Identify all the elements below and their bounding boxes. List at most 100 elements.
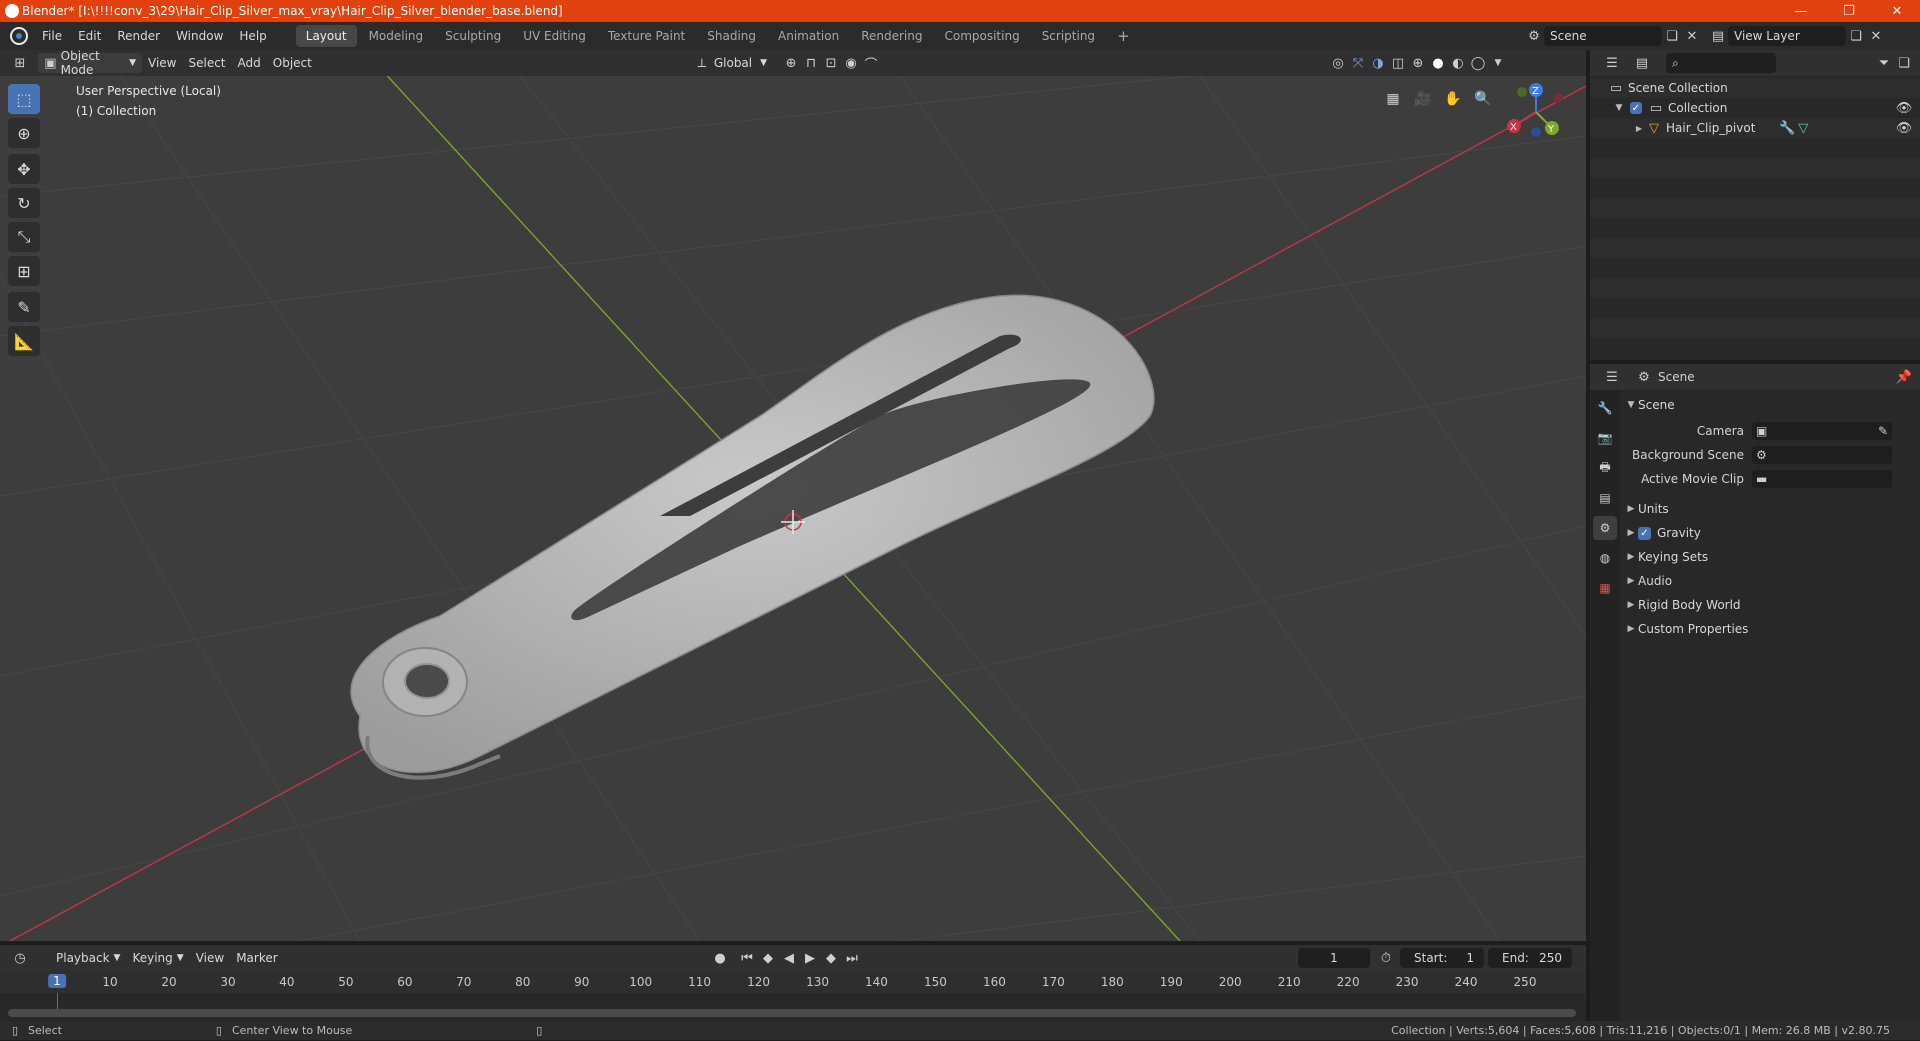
object-visibility-icon[interactable]: 👁 (1894, 118, 1914, 138)
rotate-tool[interactable]: ↻ (8, 188, 40, 218)
tab-sculpting[interactable]: Sculpting (435, 25, 511, 47)
background-scene-field[interactable]: ⚙ (1752, 446, 1892, 464)
falloff-icon[interactable]: ⌒ (861, 53, 881, 73)
units-panel-header[interactable]: ▶ Units (1624, 498, 1916, 520)
mode-dropdown[interactable]: ▣ Object Mode ▼ (38, 49, 142, 77)
menu-file[interactable]: File (34, 22, 70, 50)
menu-window[interactable]: Window (168, 22, 231, 50)
timeline-editor-type-icon[interactable]: ◷ (10, 948, 30, 968)
xray-toggle-icon[interactable]: ◫ (1388, 53, 1408, 73)
expand-arrow-icon[interactable]: ▼ (1612, 103, 1626, 113)
tab-shading[interactable]: Shading (697, 25, 766, 47)
camera-field[interactable]: ▣ ✎ (1752, 422, 1892, 440)
tab-rendering[interactable]: Rendering (851, 25, 932, 47)
tree-item-hair-clip-pivot[interactable]: ▶ ▽ Hair_Clip_pivot 🔧 ▽ 👁 (1590, 118, 1920, 138)
snap-icon[interactable]: ⊓ (801, 53, 821, 73)
maximize-button[interactable]: ❐ (1826, 0, 1872, 22)
filter-icon[interactable]: ⏷ (1874, 53, 1894, 73)
play-reverse-icon[interactable]: ◀ (779, 948, 799, 968)
keying-sets-panel-header[interactable]: ▶ Keying Sets (1624, 546, 1916, 568)
view-layer-tab-icon[interactable]: ▤ (1593, 486, 1617, 510)
close-button[interactable]: ✕ (1874, 0, 1920, 22)
outliner-editor-type-icon[interactable]: ☰ (1602, 53, 1622, 73)
expand-arrow-icon[interactable]: ▶ (1632, 124, 1646, 133)
zoom-view-icon[interactable]: 🔍 (1470, 86, 1496, 112)
collection-checkbox[interactable]: ✓ (1630, 102, 1642, 114)
timeline-frames[interactable]: 1 10 20 30 40 50 60 70 80 90 100 110 120 130 140 150 160… (0, 971, 1586, 1021)
delete-view-layer-icon[interactable]: ✕ (1866, 26, 1886, 46)
prev-keyframe-icon[interactable]: ◆ (758, 948, 778, 968)
menu-add[interactable]: Add (232, 53, 267, 73)
jump-start-icon[interactable]: ⏮ (737, 948, 757, 968)
tab-layout[interactable]: Layout (295, 25, 357, 47)
gizmo-toggle-icon[interactable]: ⤧ (1348, 53, 1368, 73)
editor-type-icon[interactable]: ⊞ (10, 53, 30, 73)
snap-target-icon[interactable]: ⊡ (821, 53, 841, 73)
outliner-search-input[interactable]: ⌕ (1666, 53, 1776, 73)
solid-shading-icon[interactable]: ● (1428, 53, 1448, 73)
visibility-icon[interactable]: ◎ (1328, 53, 1348, 73)
rendered-shading-icon[interactable]: ◯ (1468, 53, 1488, 73)
navigation-gizmo[interactable]: X Y Z (1496, 76, 1586, 156)
annotate-tool[interactable]: ✎ (8, 292, 40, 322)
scene-tab-icon[interactable]: ⚙ (1593, 516, 1617, 540)
render-tab-icon[interactable]: 📷 (1593, 426, 1617, 450)
audio-panel-header[interactable]: ▶ Audio (1624, 570, 1916, 592)
scale-tool[interactable]: ⤡ (8, 222, 40, 252)
texture-tab-icon[interactable]: ▦ (1593, 576, 1617, 600)
start-frame-field[interactable]: Start: 1 (1400, 948, 1484, 968)
3d-viewport[interactable]: ⬚ ⊕ ✥ ↻ ⤡ ⊞ ✎ 📐 User Perspective (Local)… (0, 76, 1586, 941)
tab-compositing[interactable]: Compositing (934, 25, 1029, 47)
output-tab-icon[interactable]: 🖶 (1593, 456, 1617, 480)
toggle-grid-view-icon[interactable]: ▦ (1380, 86, 1406, 112)
new-view-layer-icon[interactable]: ❏ (1846, 26, 1866, 46)
wireframe-shading-icon[interactable]: ⊕ (1408, 53, 1428, 73)
tab-animation[interactable]: Animation (768, 25, 849, 47)
add-workspace-button[interactable]: + (1107, 25, 1140, 47)
new-collection-icon[interactable]: ❏ (1894, 53, 1914, 73)
frame-ruler[interactable]: 1 10 20 30 40 50 60 70 80 90 100 110 120 130 140 150 160… (0, 971, 1586, 993)
mesh-data-icon[interactable]: ▽ (1795, 118, 1811, 138)
menu-render[interactable]: Render (109, 22, 168, 50)
minimize-button[interactable]: — (1778, 0, 1824, 22)
display-mode-icon[interactable]: ▤ (1632, 53, 1652, 73)
timeline-scrollbar[interactable] (8, 1009, 1576, 1017)
collection-visibility-icon[interactable]: 👁 (1894, 98, 1914, 118)
hair-clip-model[interactable] (350, 294, 1155, 780)
delete-scene-icon[interactable]: ✕ (1682, 26, 1702, 46)
view-layer-icon[interactable]: ▤ (1708, 26, 1728, 46)
eyedropper-icon[interactable]: ✎ (1878, 424, 1888, 438)
pin-icon[interactable]: 📌 (1894, 367, 1914, 387)
transform-orientation-dropdown[interactable]: ⟂ Global ▼ (688, 53, 773, 73)
menu-object[interactable]: Object (267, 53, 318, 73)
menu-edit[interactable]: Edit (70, 22, 109, 50)
properties-editor-type-icon[interactable]: ☰ (1602, 367, 1622, 387)
scene-name-field[interactable]: Scene (1544, 26, 1662, 46)
end-frame-field[interactable]: End: 250 (1488, 948, 1572, 968)
blender-menu-icon[interactable] (10, 27, 28, 45)
overlay-toggle-icon[interactable]: ◑ (1368, 53, 1388, 73)
pan-view-icon[interactable]: ✋ (1440, 86, 1466, 112)
preview-range-icon[interactable]: ⏱ (1376, 948, 1396, 968)
cursor-tool[interactable]: ⊕ (8, 118, 40, 148)
tree-item-collection[interactable]: ▼ ✓ ▭ Collection 👁 (1590, 98, 1920, 118)
gravity-checkbox[interactable]: ✓ (1638, 526, 1651, 540)
current-frame-field[interactable]: 1 (1298, 948, 1370, 968)
tree-item-scene-collection[interactable]: ▭ Scene Collection (1590, 78, 1920, 98)
jump-end-icon[interactable]: ⏭ (842, 948, 862, 968)
tab-modeling[interactable]: Modeling (359, 25, 434, 47)
proportional-edit-icon[interactable]: ◉ (841, 53, 861, 73)
shading-options-icon[interactable]: ▼ (1488, 53, 1508, 73)
world-tab-icon[interactable]: ◍ (1593, 546, 1617, 570)
move-tool[interactable]: ✥ (8, 154, 40, 184)
menu-help[interactable]: Help (231, 22, 274, 50)
menu-timeline-view[interactable]: View (190, 948, 230, 968)
menu-select[interactable]: Select (182, 53, 231, 73)
gravity-panel-header[interactable]: ▶ ✓ Gravity (1624, 522, 1916, 544)
tab-texture-paint[interactable]: Texture Paint (598, 25, 695, 47)
menu-playback[interactable]: Playback ▼ (50, 948, 126, 968)
select-box-tool[interactable]: ⬚ (8, 84, 40, 114)
measure-tool[interactable]: 📐 (8, 326, 40, 356)
rigid-body-world-panel-header[interactable]: ▶ Rigid Body World (1624, 594, 1916, 616)
menu-marker[interactable]: Marker (230, 948, 283, 968)
